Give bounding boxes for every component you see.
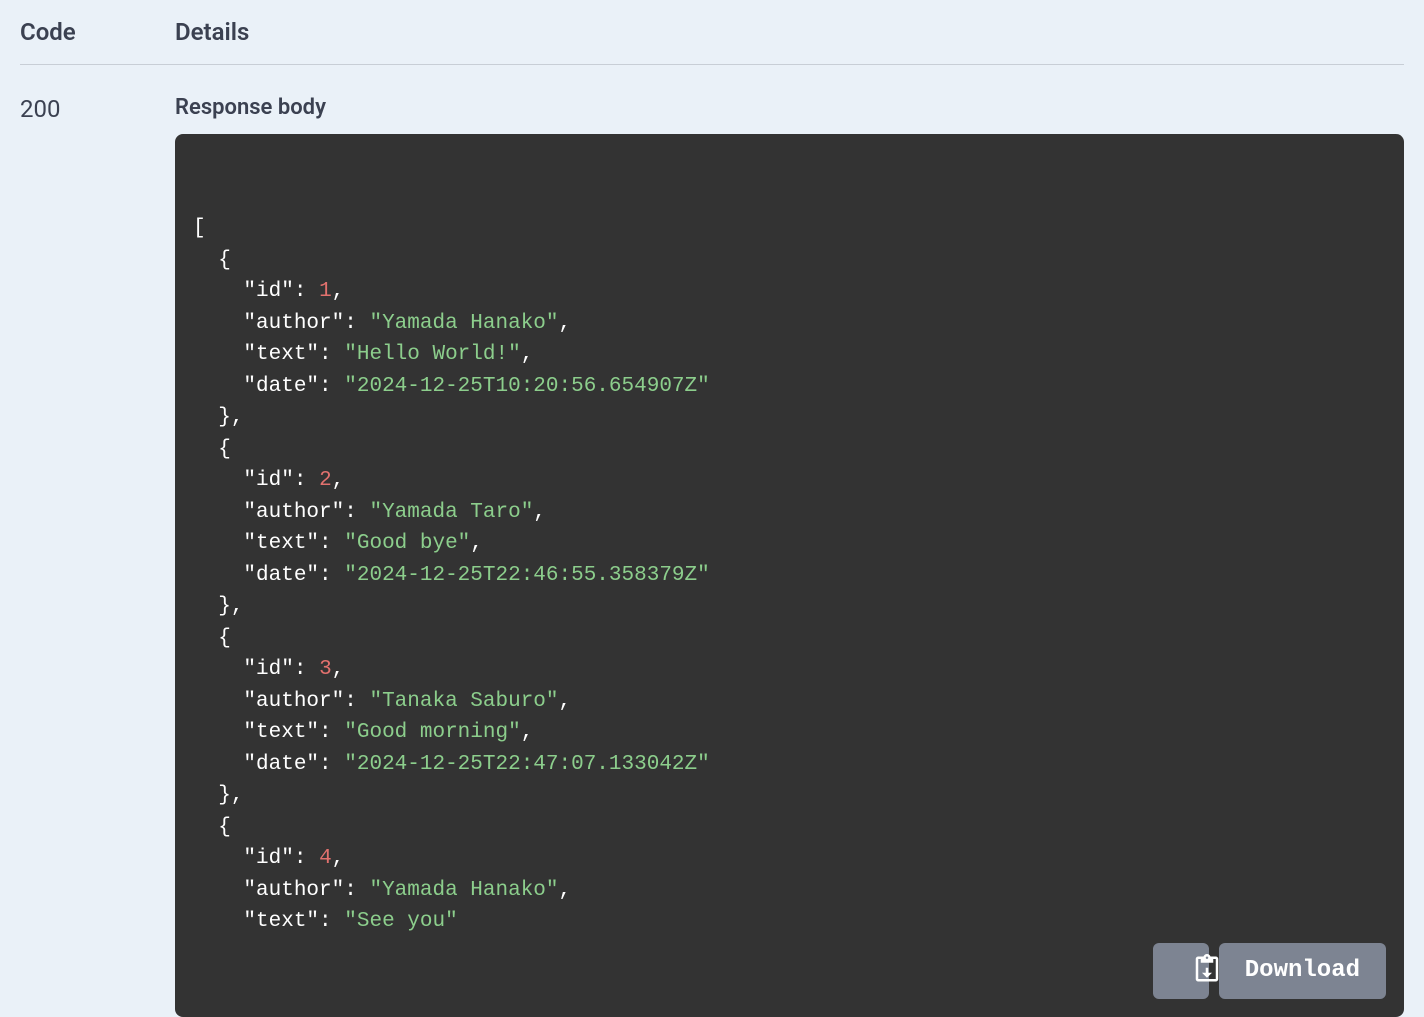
- response-row: 200 Response body [ { "id": 1, "author":…: [20, 65, 1404, 1017]
- clipboard-icon: [1140, 939, 1222, 1002]
- details-header: Details: [175, 18, 1404, 46]
- response-body-label: Response body: [175, 95, 1404, 120]
- download-button[interactable]: Download: [1219, 943, 1386, 999]
- status-code: 200: [20, 95, 175, 1017]
- copy-button[interactable]: [1153, 943, 1209, 999]
- code-header: Code: [20, 18, 175, 46]
- response-table-header: Code Details: [20, 0, 1404, 65]
- response-body-code: [ { "id": 1, "author": "Yamada Hanako", …: [175, 134, 1404, 1017]
